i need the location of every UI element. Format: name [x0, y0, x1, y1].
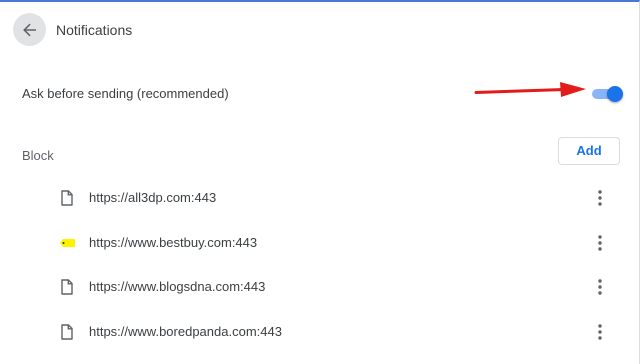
blocked-site-url: https://www.blogsdna.com:443 — [89, 279, 266, 294]
ask-before-sending-label: Ask before sending (recommended) — [22, 86, 229, 101]
blocked-site-row: https://www.bestbuy.com:443 — [0, 221, 639, 266]
blocked-site-url: https://www.bestbuy.com:443 — [89, 234, 258, 250]
back-button[interactable] — [13, 13, 46, 46]
blocked-site-row: https://www.boredpanda.com:443 — [0, 310, 639, 355]
header: Notifications — [0, 2, 639, 58]
blocked-site-row: https://all3dp.com:443 — [0, 176, 639, 221]
ask-before-sending-toggle[interactable] — [592, 86, 623, 102]
page-icon — [61, 279, 73, 295]
add-blocked-site-button[interactable]: Add — [558, 137, 620, 165]
page-icon — [61, 190, 73, 206]
notifications-settings-page: Notifications Ask before sending (recomm… — [0, 0, 640, 364]
annotation-arrow — [474, 82, 586, 97]
toggle-knob — [607, 86, 623, 102]
blocked-site-row: https://www.blogsdna.com:443 — [0, 265, 639, 310]
page-icon — [61, 323, 73, 340]
blocked-sites-list: https://all3dp.com:443 https://www.bestb… — [0, 176, 639, 355]
page-title: Notifications — [56, 22, 133, 38]
more-vert-icon[interactable] — [592, 275, 608, 299]
more-vert-icon[interactable] — [592, 320, 608, 344]
block-section-heading: Block — [22, 148, 54, 163]
more-vert-icon[interactable] — [592, 186, 608, 210]
more-vert-icon[interactable] — [592, 231, 608, 255]
blocked-site-url: https://www.boredpanda.com:443 — [89, 323, 282, 339]
arrow-back-icon — [22, 23, 36, 36]
blocked-site-url: https://all3dp.com:443 — [89, 190, 217, 205]
bestbuy-favicon-icon — [60, 238, 75, 247]
